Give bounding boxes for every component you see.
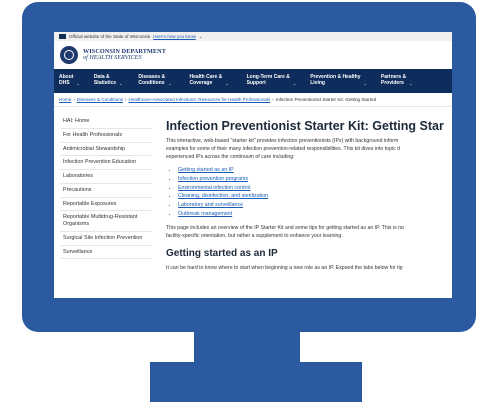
topic-link-cleaning[interactable]: Cleaning, disinfection, and sterilizatio… — [178, 193, 268, 199]
nav-label: DHS — [59, 80, 70, 86]
chevron-down-icon: ⌄ — [409, 81, 413, 87]
nav-item-partners-providers[interactable]: Partners & Providers ⌄ — [378, 74, 416, 87]
browser-screen: Official website of the State of Wiscons… — [54, 32, 452, 298]
state-seal-icon[interactable] — [60, 46, 78, 64]
intro-text-line: This interactive, web-based "starter kit… — [166, 138, 399, 144]
chevron-down-icon: ⌄ — [76, 81, 80, 87]
sidebar-item-hai-home[interactable]: HAI: Home — [60, 115, 152, 129]
sidebar-item-reportable-mdro[interactable]: Reportable Multidrug-Resistant Organisms — [60, 211, 152, 232]
nav-label: Statistics — [93, 80, 117, 86]
nav-item-about-dhs[interactable]: About DHS ⌄ — [56, 74, 83, 87]
sidebar-item-reportable-exposures[interactable]: Reportable Exposures — [60, 198, 152, 212]
gov-banner: Official website of the State of Wiscons… — [54, 32, 452, 41]
overview-text-line: facility-specific orientation, but rathe… — [166, 232, 343, 239]
nav-item-data-statistics[interactable]: Data & Statistics ⌄ — [91, 74, 126, 87]
monitor-stand-base — [150, 362, 362, 402]
list-item: Cleaning, disinfection, and sterilizatio… — [178, 192, 452, 201]
breadcrumb-current: Infection Preventionist Starter Kit: Get… — [275, 97, 377, 102]
breadcrumb-separator: › — [125, 97, 127, 102]
breadcrumb-separator: › — [272, 97, 274, 102]
sidebar-item-health-professionals[interactable]: For Health Professionals — [60, 129, 152, 143]
sidebar-item-antimicrobial-stewardship[interactable]: Antimicrobial Stewardship — [60, 143, 152, 157]
nav-label: Support — [246, 80, 266, 86]
chevron-down-icon: ⌄ — [225, 81, 229, 87]
chevron-down-icon: ⌄ — [363, 81, 367, 87]
nav-item-health-care-coverage[interactable]: Health Care & Coverage ⌄ — [186, 74, 231, 87]
sidebar-item-ip-education[interactable]: Infection Prevention Education — [60, 156, 152, 170]
page-title: Infection Preventionist Starter Kit: Get… — [166, 119, 444, 133]
sidebar-item-laboratories[interactable]: Laboratories — [60, 170, 152, 184]
monitor-stand-neck — [194, 332, 300, 362]
page-content: HAI: Home For Health Professionals Antim… — [54, 107, 452, 272]
logo-line-2: of HEALTH SERVICES — [83, 54, 142, 61]
nav-label: Conditions — [138, 80, 165, 86]
overview-text-line: This page includes an overview of the IP… — [166, 224, 404, 231]
list-item: Infection prevention programs — [178, 175, 452, 184]
sidebar-nav: HAI: Home For Health Professionals Antim… — [60, 115, 152, 272]
list-item: Laboratory and surveillance — [178, 201, 452, 210]
dhs-logo[interactable]: WISCONSIN DEPARTMENT of HEALTH SERVICES — [83, 48, 166, 61]
list-item: Environmental infection control — [178, 184, 452, 193]
chevron-down-icon: ⌄ — [168, 81, 172, 87]
chevron-down-icon: ⌄ — [119, 81, 123, 87]
topic-link-outbreak[interactable]: Outbreak management — [178, 211, 232, 217]
breadcrumb-home[interactable]: Home — [59, 97, 71, 102]
nav-item-prevention-healthy-living[interactable]: Prevention & Healthy Living ⌄ — [307, 74, 370, 87]
list-item: Getting started as an IP — [178, 166, 452, 175]
breadcrumb: Home › Diseases & Conditions › Healthcar… — [54, 93, 452, 107]
intro-text-line: experienced IPs across the continuum of … — [166, 154, 295, 161]
nav-item-long-term-care[interactable]: Long-Term Care & Support ⌄ — [244, 74, 300, 87]
intro-text-line: examples for some of their many infectio… — [166, 146, 401, 153]
nav-label: Coverage — [189, 80, 213, 86]
chevron-down-icon[interactable]: ⌄ — [199, 34, 203, 40]
topic-link-ip-programs[interactable]: Infection prevention programs — [178, 176, 248, 182]
chevron-down-icon: ⌄ — [292, 81, 297, 87]
nav-item-diseases-conditions[interactable]: Diseases & Conditions ⌄ — [135, 74, 174, 87]
nav-label: Providers — [380, 80, 404, 86]
site-header: WISCONSIN DEPARTMENT of HEALTH SERVICES — [54, 41, 452, 69]
main-content: Infection Preventionist Starter Kit: Get… — [152, 115, 452, 272]
how-you-know-link[interactable]: Here's how you know — [153, 34, 196, 39]
us-flag-icon — [59, 34, 66, 39]
sidebar-item-surveillance[interactable]: Surveillance — [60, 246, 152, 260]
sidebar-item-ssi-prevention[interactable]: Surgical Site Infection Prevention — [60, 232, 152, 246]
list-item: Outbreak management — [178, 210, 452, 219]
topic-link-getting-started[interactable]: Getting started as an IP — [178, 167, 234, 173]
breadcrumb-diseases[interactable]: Diseases & Conditions — [77, 97, 123, 102]
nav-label: Living — [310, 80, 325, 86]
topic-link-environmental[interactable]: Environmental infection control — [178, 185, 250, 191]
breadcrumb-separator: › — [73, 97, 75, 102]
section-heading: Getting started as an IP — [166, 247, 278, 259]
topic-link-lab-surveillance[interactable]: Laboratory and surveillance — [178, 202, 243, 208]
gov-banner-text: Official website of the State of Wiscons… — [69, 34, 151, 39]
sidebar-item-precautions[interactable]: Precautions — [60, 184, 152, 198]
section-text-line: It can be hard to know where to start wh… — [166, 264, 403, 271]
topic-list: Getting started as an IP Infection preve… — [178, 166, 452, 218]
main-nav: About DHS ⌄ Data & Statistics ⌄ Diseases &… — [54, 69, 452, 93]
breadcrumb-hai[interactable]: Healthcare-Associated Infections: Resour… — [129, 97, 271, 102]
